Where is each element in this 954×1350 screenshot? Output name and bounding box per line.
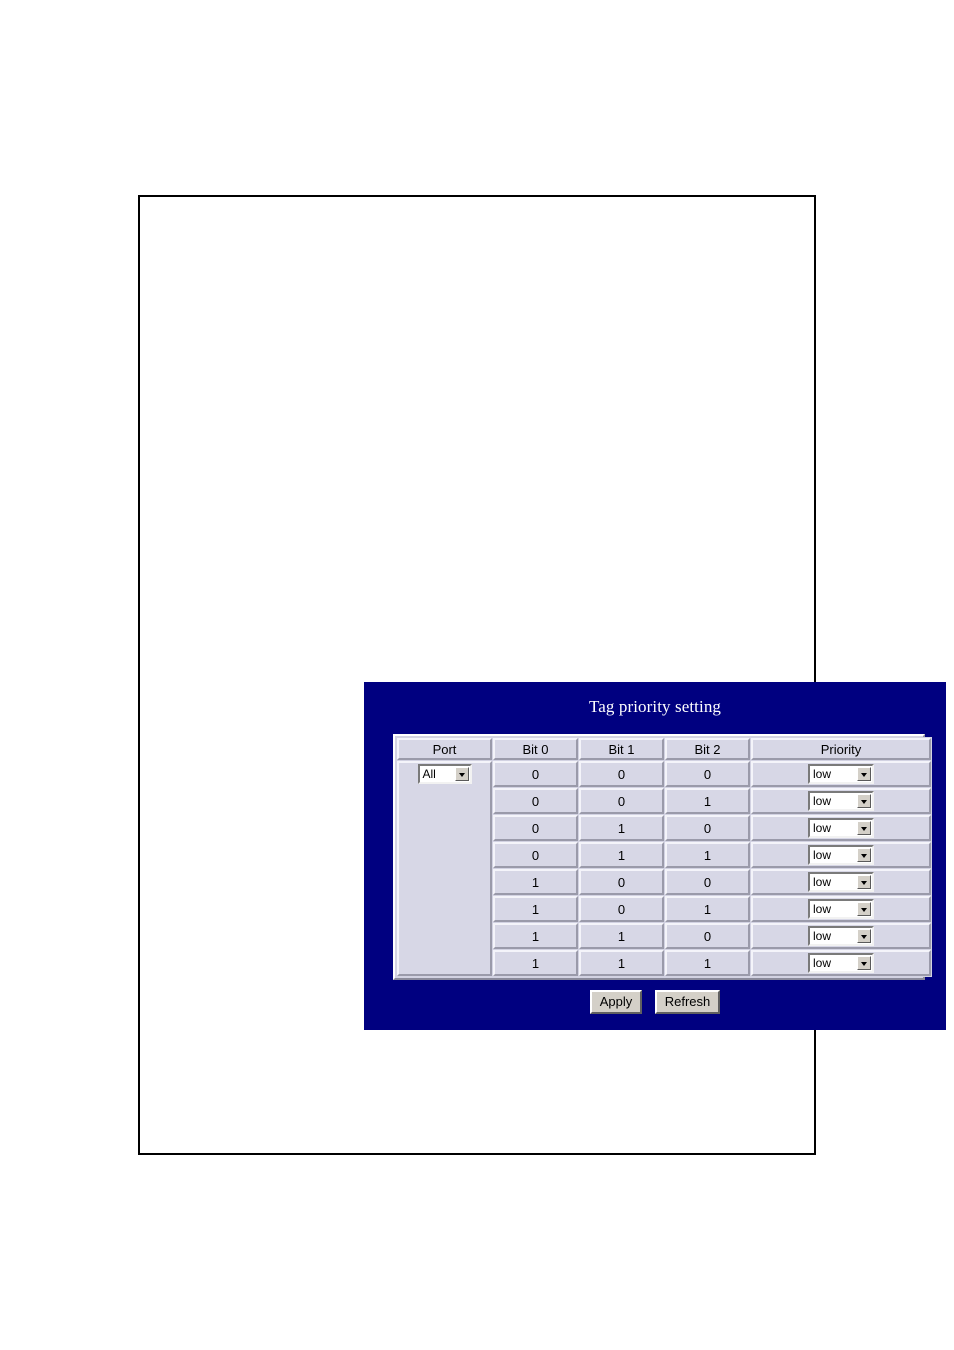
cell-bit0: 0 (493, 788, 578, 814)
cell-bit2: 0 (665, 923, 750, 949)
chevron-down-icon[interactable] (857, 956, 871, 970)
table-body: All 0 0 0 low 0 0 1 low 0 1 0 low 0 1 1 low 1 0 0 low 1 0 1 low 1… (397, 761, 931, 976)
priority-select[interactable]: low (808, 899, 874, 919)
column-header-bit0: Bit 0 (493, 738, 578, 760)
tag-priority-table-container: Port Bit 0 Bit 1 Bit 2 Priority All 0 0 0 lo… (393, 734, 932, 980)
column-header-port: Port (397, 738, 492, 760)
cell-priority: low (751, 761, 931, 787)
cell-bit1: 1 (579, 923, 664, 949)
priority-select[interactable]: low (808, 764, 874, 784)
cell-priority: low (751, 842, 931, 868)
cell-bit0: 1 (493, 950, 578, 976)
cell-priority: low (751, 950, 931, 976)
priority-select[interactable]: low (808, 818, 874, 838)
priority-select[interactable]: low (808, 872, 874, 892)
cell-bit0: 0 (493, 815, 578, 841)
tag-priority-table: Port Bit 0 Bit 1 Bit 2 Priority All 0 0 0 lo… (396, 737, 932, 977)
priority-select[interactable]: low (808, 953, 874, 973)
column-header-bit1: Bit 1 (579, 738, 664, 760)
column-header-priority: Priority (751, 738, 931, 760)
cell-bit1: 0 (579, 761, 664, 787)
chevron-down-icon[interactable] (857, 794, 871, 808)
chevron-down-icon[interactable] (857, 902, 871, 916)
cell-priority: low (751, 788, 931, 814)
chevron-down-icon[interactable] (454, 767, 469, 781)
page-title: Tag priority setting (588, 697, 722, 716)
table-row: All 0 0 0 low (397, 761, 931, 976)
port-cell: All (397, 761, 492, 976)
cell-bit1: 0 (579, 896, 664, 922)
cell-bit2: 0 (665, 869, 750, 895)
cell-priority: low (751, 896, 931, 922)
cell-bit1: 1 (579, 842, 664, 868)
column-header-bit2: Bit 2 (665, 738, 750, 760)
apply-button[interactable]: Apply (589, 990, 643, 1014)
port-select[interactable]: All (417, 764, 472, 784)
document-page-frame: Tag priority setting Port Bit 0 Bit 1 Bi… (138, 195, 946, 1155)
chevron-down-icon[interactable] (857, 821, 871, 835)
cell-priority: low (751, 815, 931, 841)
cell-bit0: 0 (493, 842, 578, 868)
priority-select[interactable]: low (808, 845, 874, 865)
cell-bit2: 0 (665, 761, 750, 787)
cell-bit0: 1 (493, 923, 578, 949)
cell-bit1: 0 (579, 788, 664, 814)
cell-bit1: 1 (579, 815, 664, 841)
chevron-down-icon[interactable] (857, 848, 871, 862)
cell-bit2: 1 (665, 842, 750, 868)
cell-bit1: 0 (579, 869, 664, 895)
chevron-down-icon[interactable] (857, 875, 871, 889)
panel-button-bar: Apply Refresh (364, 990, 946, 1014)
priority-select[interactable]: low (808, 926, 874, 946)
cell-bit2: 1 (665, 896, 750, 922)
table-header-row: Port Bit 0 Bit 1 Bit 2 Priority (397, 738, 931, 760)
refresh-button[interactable]: Refresh (654, 990, 721, 1014)
cell-bit0: 0 (493, 761, 578, 787)
cell-bit1: 1 (579, 950, 664, 976)
cell-bit2: 0 (665, 815, 750, 841)
cell-priority: low (751, 869, 931, 895)
chevron-down-icon[interactable] (857, 929, 871, 943)
priority-select[interactable]: low (808, 791, 874, 811)
tag-priority-panel: Tag priority setting Port Bit 0 Bit 1 Bi… (364, 682, 946, 1030)
cell-bit2: 1 (665, 950, 750, 976)
cell-bit0: 1 (493, 896, 578, 922)
cell-priority: low (751, 923, 931, 949)
chevron-down-icon[interactable] (857, 767, 871, 781)
cell-bit0: 1 (493, 869, 578, 895)
cell-bit2: 1 (665, 788, 750, 814)
